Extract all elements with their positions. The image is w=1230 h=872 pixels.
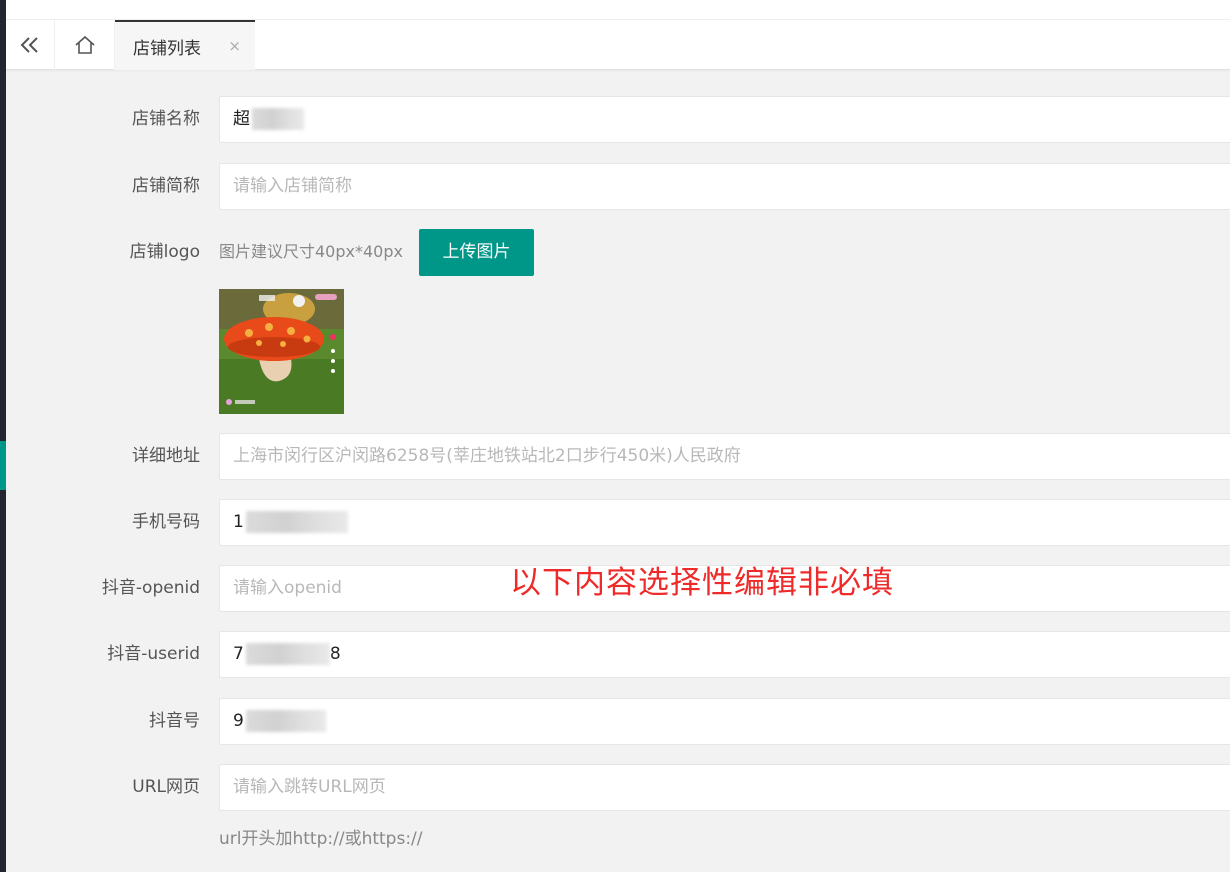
form-row-douyin-number: 抖音号 9 [0, 698, 1230, 745]
phone-value-prefix: 1 [233, 512, 244, 532]
redacted-blur [245, 643, 330, 665]
url-label: URL网页 [132, 777, 200, 797]
home-icon [74, 35, 95, 54]
store-short-input[interactable]: 请输入店铺简称 [219, 163, 1230, 210]
form-row-store-logo: 店铺logo [0, 229, 1230, 276]
douyin-number-value-prefix: 9 [233, 711, 244, 731]
form-row-store-name: 店铺名称 超 [0, 96, 1230, 143]
tab-store-list[interactable]: 店铺列表 × [115, 20, 255, 70]
address-input[interactable]: 上海市闵行区沪闵路6258号(莘庄地铁站北2口步行450米)人民政府 [219, 433, 1230, 480]
double-chevron-left-icon [20, 37, 38, 53]
url-hint: url开头加http://或https:// [219, 829, 423, 849]
form-row-address: 详细地址 上海市闵行区沪闵路6258号(莘庄地铁站北2口步行450米)人民政府 [0, 433, 1230, 480]
store-logo-label: 店铺logo [129, 242, 200, 262]
close-icon[interactable]: × [228, 37, 241, 55]
store-name-input[interactable]: 超 [219, 96, 1230, 143]
douyin-number-label: 抖音号 [149, 711, 200, 731]
tab-scroll-left-button[interactable] [6, 20, 55, 70]
form-row-store-short: 店铺简称 请输入店铺简称 [0, 163, 1230, 210]
top-header [6, 0, 1230, 20]
url-input[interactable]: 请输入跳转URL网页 [219, 764, 1230, 811]
tab-home[interactable] [55, 20, 115, 70]
redacted-blur [245, 710, 326, 732]
phone-input[interactable]: 1 [219, 499, 1230, 546]
address-label: 详细地址 [132, 446, 200, 466]
douyin-userid-value-prefix: 7 [233, 644, 244, 664]
form-row-douyin-userid: 抖音-userid 78 [0, 631, 1230, 678]
redacted-blur [252, 108, 304, 130]
douyin-userid-value-suffix: 8 [329, 644, 341, 664]
form-row-url: URL网页 请输入跳转URL网页 [0, 764, 1230, 811]
phone-label: 手机号码 [132, 512, 200, 532]
douyin-openid-label: 抖音-openid [101, 578, 200, 598]
store-name-value: 超 [233, 109, 250, 129]
optional-fields-annotation: 以下内容选择性编辑非必填 [510, 565, 894, 601]
douyin-userid-input[interactable]: 78 [219, 631, 1230, 678]
logo-thumbnail[interactable] [219, 289, 344, 414]
douyin-number-input[interactable]: 9 [219, 698, 1230, 745]
douyin-userid-label: 抖音-userid [107, 644, 200, 664]
tab-bar: 店铺列表 × [6, 20, 1230, 70]
tab-store-list-label: 店铺列表 [133, 38, 201, 59]
mushroom-image [219, 289, 344, 414]
logo-size-hint: 图片建议尺寸40px*40px [219, 242, 403, 261]
redacted-blur [245, 511, 348, 533]
form-row-phone: 手机号码 1 [0, 499, 1230, 546]
store-name-label: 店铺名称 [132, 109, 200, 129]
store-short-label: 店铺简称 [132, 176, 200, 196]
upload-image-button[interactable]: 上传图片 [419, 229, 534, 276]
